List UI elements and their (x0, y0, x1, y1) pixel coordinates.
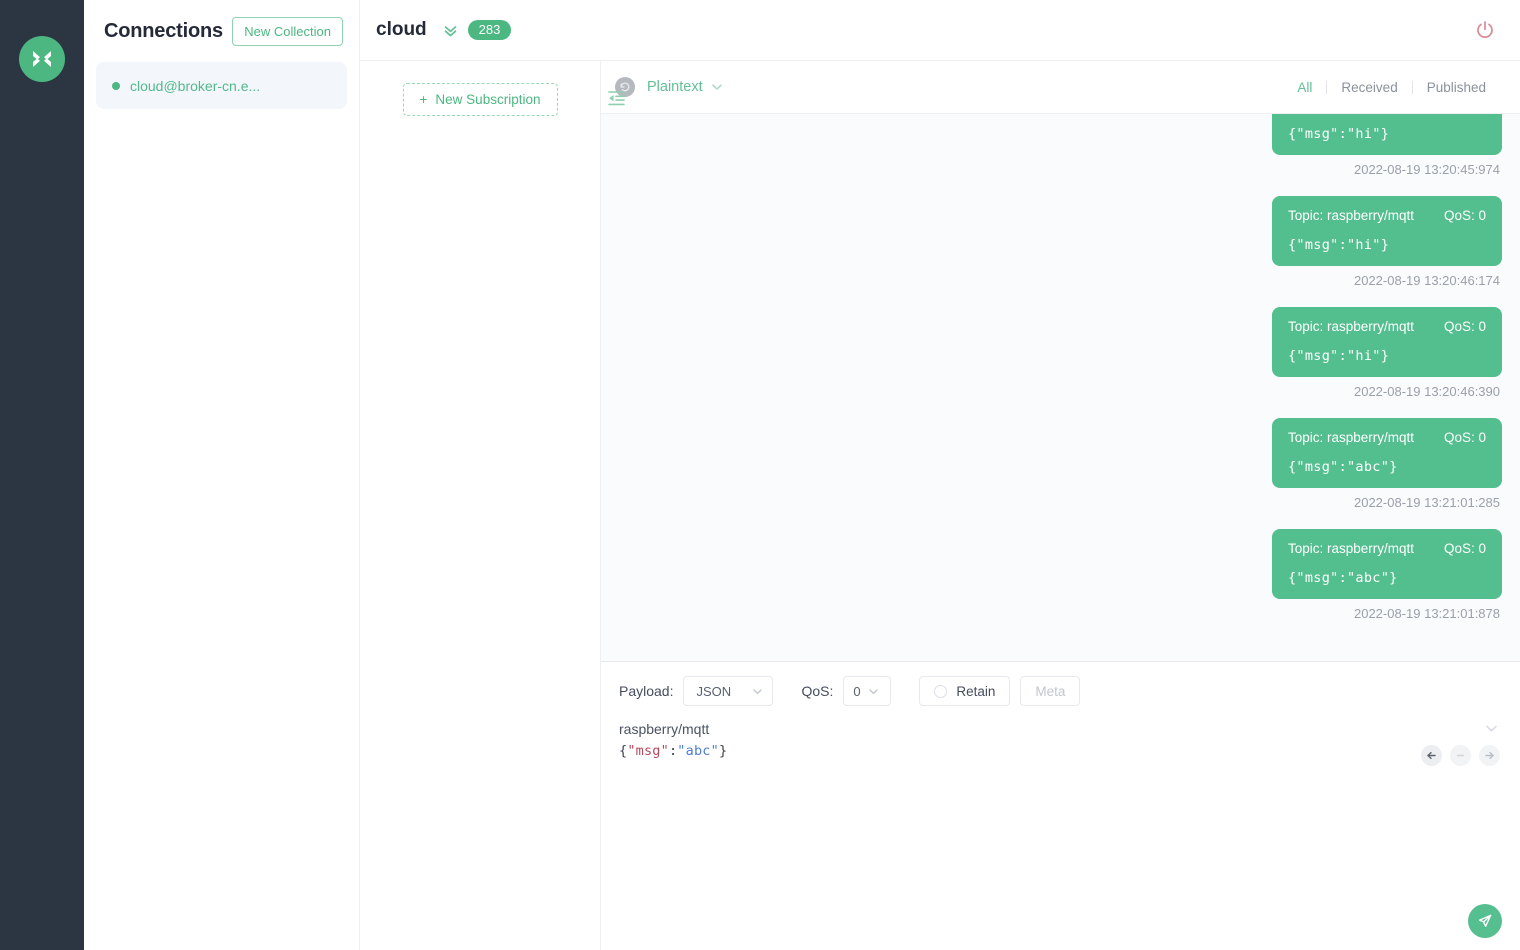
message-payload: {"msg":"hi"} (1288, 237, 1486, 253)
message-item: Topic: raspberry/mqtt QoS: 0 {"msg":"abc… (619, 529, 1502, 621)
message-filter-tabs: All Received Published (1283, 80, 1500, 95)
message-timestamp: 2022-08-19 13:20:46:390 (1354, 384, 1500, 399)
chevron-down-icon (751, 685, 764, 698)
status-dot-icon (112, 82, 120, 90)
message-item: Topic: raspberry/mqtt QoS: 0 {"msg":"abc… (619, 418, 1502, 510)
message-topic: Topic: raspberry/mqtt (1288, 208, 1422, 223)
code-close-brace: } (719, 743, 727, 759)
message-bubble[interactable]: Topic: raspberry/mqtt QoS: 0 {"msg":"hi"… (1272, 307, 1502, 377)
connection-list: cloud@broker-cn.e... (84, 62, 359, 109)
meta-button[interactable]: Meta (1020, 676, 1080, 706)
connections-header: Connections New Collection (84, 0, 359, 62)
chevron-down-icon[interactable] (710, 80, 724, 94)
page-title: Connections (104, 20, 223, 43)
work-area: cloud 283 + New Subscrip (360, 0, 1520, 950)
message-meta: Topic: raspberry/mqtt QoS: 0 (1288, 430, 1486, 445)
message-timestamp: 2022-08-19 13:20:46:174 (1354, 273, 1500, 288)
send-icon (1476, 912, 1494, 930)
payload-format-select[interactable]: JSON (683, 676, 773, 706)
message-bubble[interactable]: Topic: raspberry/mqtt QoS: 0 {"msg":"abc… (1272, 529, 1502, 599)
power-icon[interactable] (1470, 15, 1500, 45)
filter-tab-received[interactable]: Received (1327, 80, 1411, 95)
collapse-panel-icon[interactable] (606, 89, 626, 112)
retain-toggle[interactable]: Retain (919, 676, 1010, 706)
qos-field-label: QoS: (801, 683, 833, 699)
messages-toolbar: Plaintext All Received Published (601, 61, 1520, 114)
payload-format-label[interactable]: Plaintext (647, 79, 703, 95)
message-timestamp: 2022-08-19 13:21:01:878 (1354, 606, 1500, 621)
message-timestamp: 2022-08-19 13:21:01:285 (1354, 495, 1500, 510)
publish-payload-editor[interactable]: {"msg":"abc"} (619, 743, 727, 759)
new-subscription-label: New Subscription (435, 92, 540, 107)
message-bubble[interactable]: Topic: raspberry/mqtt QoS: 0 {"msg":"abc… (1272, 418, 1502, 488)
chevron-double-down-icon[interactable] (441, 21, 460, 40)
filter-tab-all[interactable]: All (1283, 80, 1326, 95)
new-collection-button[interactable]: New Collection (232, 17, 343, 46)
chevron-down-icon (867, 685, 880, 698)
emqx-logo[interactable] (19, 36, 65, 82)
qos-select[interactable]: 0 (843, 676, 891, 706)
message-bubble[interactable]: {"msg":"hi"} (1272, 114, 1502, 155)
message-count-badge: 283 (468, 20, 512, 40)
message-payload: {"msg":"hi"} (1288, 126, 1486, 142)
arrow-left-icon[interactable] (1421, 745, 1442, 766)
message-meta: Topic: raspberry/mqtt QoS: 0 (1288, 208, 1486, 223)
app-root: Connections New Collection cloud@broker-… (0, 0, 1520, 950)
message-topic: Topic: raspberry/mqtt (1288, 541, 1422, 556)
new-subscription-button[interactable]: + New Subscription (403, 83, 558, 116)
active-connection-title: cloud (376, 19, 427, 41)
message-topic: Topic: raspberry/mqtt (1288, 430, 1422, 445)
connection-topbar: cloud 283 (360, 0, 1520, 61)
message-qos: QoS: 0 (1444, 319, 1486, 334)
radio-unchecked-icon (934, 685, 947, 698)
body-row: + New Subscription (360, 61, 1520, 950)
message-meta: Topic: raspberry/mqtt QoS: 0 (1288, 319, 1486, 334)
message-qos: QoS: 0 (1444, 430, 1486, 445)
subscriptions-panel: + New Subscription (360, 61, 601, 950)
retain-label: Retain (956, 684, 995, 699)
connection-name-label: cloud@broker-cn.e... (130, 78, 260, 94)
publish-topic-input[interactable]: raspberry/mqtt (619, 721, 709, 737)
publish-controls: Payload: JSON QoS: 0 (601, 662, 1520, 716)
collapse-publish-panel-icon[interactable] (1483, 720, 1500, 737)
message-item: Topic: raspberry/mqtt QoS: 0 {"msg":"hi"… (619, 307, 1502, 399)
minus-icon[interactable] (1450, 745, 1471, 766)
code-key: "msg" (627, 743, 669, 759)
publish-topic-row: raspberry/mqtt (601, 716, 1520, 737)
app-rail (0, 0, 84, 950)
editor-nav-buttons (1421, 743, 1500, 766)
connections-panel: Connections New Collection cloud@broker-… (84, 0, 360, 950)
message-payload: {"msg":"abc"} (1288, 459, 1486, 475)
message-qos: QoS: 0 (1444, 541, 1486, 556)
publish-panel: Payload: JSON QoS: 0 (601, 661, 1520, 950)
message-qos: QoS: 0 (1444, 208, 1486, 223)
filter-tab-published[interactable]: Published (1413, 80, 1500, 95)
message-timestamp: 2022-08-19 13:20:45:974 (1354, 162, 1500, 177)
payload-format-field-label: Payload: (619, 683, 673, 699)
publish-payload-row: {"msg":"abc"} (601, 737, 1520, 766)
message-item: {"msg":"hi"} 2022-08-19 13:20:45:974 (619, 114, 1502, 177)
arrow-right-icon[interactable] (1479, 745, 1500, 766)
message-bubble[interactable]: Topic: raspberry/mqtt QoS: 0 {"msg":"hi"… (1272, 196, 1502, 266)
send-button[interactable] (1468, 904, 1502, 938)
message-item: Topic: raspberry/mqtt QoS: 0 {"msg":"hi"… (619, 196, 1502, 288)
message-topic: Topic: raspberry/mqtt (1288, 319, 1422, 334)
connection-list-item[interactable]: cloud@broker-cn.e... (96, 62, 347, 109)
plus-icon: + (420, 92, 428, 107)
qos-value: 0 (853, 684, 860, 699)
message-payload: {"msg":"hi"} (1288, 348, 1486, 364)
message-list[interactable]: {"msg":"hi"} 2022-08-19 13:20:45:974 Top… (601, 114, 1520, 661)
messages-pane: Plaintext All Received Published (601, 61, 1520, 950)
message-meta: Topic: raspberry/mqtt QoS: 0 (1288, 541, 1486, 556)
code-value: "abc" (677, 743, 719, 759)
payload-format-value: JSON (696, 684, 731, 699)
message-payload: {"msg":"abc"} (1288, 570, 1486, 586)
